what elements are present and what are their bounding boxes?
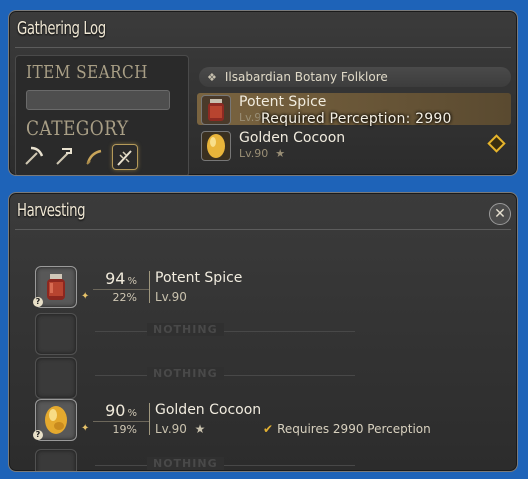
item-search-input[interactable] bbox=[26, 90, 170, 110]
item-name: Potent Spice bbox=[239, 94, 327, 110]
window-title: Harvesting bbox=[17, 200, 86, 221]
nothing-row: NOTHING bbox=[95, 323, 355, 336]
potent-spice-icon bbox=[201, 95, 231, 125]
item-search-label: ITEM SEARCH bbox=[26, 62, 148, 83]
empty-slot bbox=[35, 449, 77, 471]
harvest-icon[interactable] bbox=[112, 144, 138, 170]
folklore-icon: ❖ bbox=[207, 70, 217, 84]
hammer-icon[interactable] bbox=[52, 144, 76, 168]
gather-chance: 90% bbox=[105, 401, 137, 420]
golden-cocoon-icon bbox=[201, 131, 231, 161]
item-name: Potent Spice bbox=[155, 270, 243, 286]
requirement-text: ✔ Requires 2990 Perception bbox=[263, 422, 431, 436]
hq-sparkle-icon: ✦ bbox=[81, 291, 90, 302]
empty-slot bbox=[35, 357, 77, 399]
item-list-panel: ❖ Ilsabardian Botany Folklore Potent Spi… bbox=[195, 55, 511, 175]
folklore-header[interactable]: ❖ Ilsabardian Botany Folklore bbox=[199, 67, 511, 87]
potent-spice-icon bbox=[47, 274, 65, 300]
row-divider bbox=[149, 271, 150, 303]
quality-badge-icon: ? bbox=[33, 430, 43, 440]
item-name: Golden Cocoon bbox=[239, 130, 346, 146]
tooltip-text: Required Perception: 2990 bbox=[261, 111, 452, 127]
checkmark-icon: ✔ bbox=[263, 422, 274, 436]
star-icon: ★ bbox=[275, 147, 286, 160]
window-title: Gathering Log bbox=[17, 18, 106, 39]
list-item[interactable]: Golden Cocoon Lv.90 ★ bbox=[197, 129, 511, 161]
close-icon[interactable]: ✕ bbox=[489, 203, 511, 225]
gather-chance: 94% bbox=[105, 269, 137, 288]
item-level: Lv.90 ★ bbox=[155, 422, 206, 436]
nothing-label: NOTHING bbox=[147, 323, 224, 336]
nothing-label: NOTHING bbox=[147, 367, 224, 380]
category-label: CATEGORY bbox=[26, 116, 129, 140]
harvesting-window: Harvesting ✕ ? 94% ✦ 22% Potent Spice Lv… bbox=[8, 192, 518, 472]
quality-badge-icon: ? bbox=[33, 297, 43, 307]
hq-sparkle-icon: ✦ bbox=[81, 423, 90, 434]
nothing-row: NOTHING bbox=[95, 367, 355, 380]
star-icon: ★ bbox=[194, 422, 206, 436]
row-divider bbox=[149, 403, 150, 435]
title-divider bbox=[15, 47, 511, 48]
chance-divider bbox=[93, 421, 149, 422]
item-level: Lv.90 bbox=[155, 290, 187, 304]
pickaxe-icon[interactable] bbox=[22, 144, 46, 168]
chance-divider bbox=[93, 289, 149, 290]
gathering-log-window: Gathering Log ITEM SEARCH CATEGORY ❖ Ils… bbox=[8, 10, 518, 176]
folklore-label: Ilsabardian Botany Folklore bbox=[224, 70, 388, 84]
title-divider bbox=[15, 229, 511, 230]
item-level: Lv.90 ★ bbox=[239, 147, 286, 160]
empty-slot bbox=[35, 313, 77, 355]
search-panel: ITEM SEARCH CATEGORY bbox=[15, 55, 189, 175]
rare-marker-icon bbox=[487, 134, 506, 153]
sickle-icon[interactable] bbox=[82, 144, 106, 168]
hq-chance: 22% bbox=[112, 291, 137, 304]
nothing-label: NOTHING bbox=[147, 457, 224, 470]
item-name: Golden Cocoon bbox=[155, 402, 262, 418]
golden-cocoon-icon bbox=[45, 406, 67, 434]
hq-chance: 19% bbox=[112, 423, 137, 436]
nothing-row: NOTHING bbox=[95, 457, 355, 470]
